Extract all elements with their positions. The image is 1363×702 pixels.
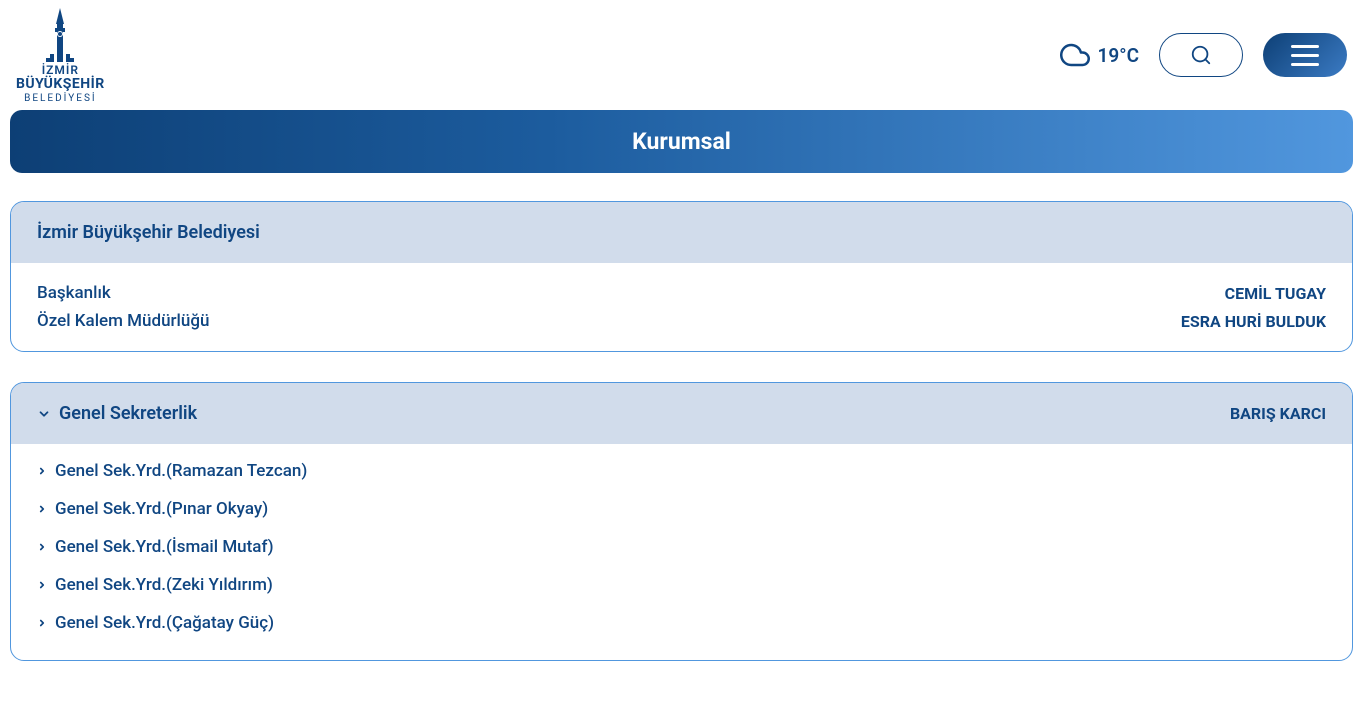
search-icon (1190, 44, 1212, 66)
secretariat-sub-list: Genel Sek.Yrd.(Ramazan Tezcan) Genel Sek… (11, 444, 1352, 660)
sub-item-label: Genel Sek.Yrd.(Ramazan Tezcan) (55, 461, 307, 481)
secretariat-title: Genel Sekreterlik (59, 403, 197, 424)
municipality-card: İzmir Büyükşehir Belediyesi Başkanlık CE… (10, 201, 1353, 352)
site-logo[interactable]: İZMİR BÜYÜKŞEHİR BELEDİYESİ (16, 6, 105, 104)
sub-item-label: Genel Sek.Yrd.(Zeki Yıldırım) (55, 575, 273, 595)
secretariat-card-header[interactable]: Genel Sekreterlik BARIŞ KARCI (11, 383, 1352, 444)
weather-icon (1060, 40, 1090, 70)
municipality-title: İzmir Büyükşehir Belediyesi (37, 222, 260, 243)
chevron-right-icon (37, 542, 47, 552)
chevron-right-icon (37, 618, 47, 628)
info-row: Başkanlık CEMİL TUGAY (37, 279, 1326, 307)
hamburger-icon (1291, 45, 1319, 66)
weather-temperature: 19°C (1098, 44, 1139, 67)
chevron-down-icon (37, 407, 51, 421)
site-header: İZMİR BÜYÜKŞEHİR BELEDİYESİ 19°C (0, 0, 1363, 110)
chevron-right-icon (37, 504, 47, 514)
municipality-card-body: Başkanlık CEMİL TUGAY Özel Kalem Müdürlü… (11, 263, 1352, 351)
logo-text: İZMİR BÜYÜKŞEHİR BELEDİYESİ (16, 64, 105, 104)
info-value: ESRA HURİ BULDUK (1181, 312, 1326, 331)
menu-button[interactable] (1263, 33, 1347, 77)
secretariat-sub-item[interactable]: Genel Sek.Yrd.(İsmail Mutaf) (37, 528, 1326, 566)
secretariat-head: BARIŞ KARCI (1230, 404, 1326, 423)
clock-tower-icon (42, 6, 78, 62)
secretariat-card: Genel Sekreterlik BARIŞ KARCI Genel Sek.… (10, 382, 1353, 661)
page-title: Kurumsal (30, 128, 1333, 155)
chevron-right-icon (37, 580, 47, 590)
search-button[interactable] (1159, 33, 1243, 77)
secretariat-sub-item[interactable]: Genel Sek.Yrd.(Ramazan Tezcan) (37, 452, 1326, 490)
sub-item-label: Genel Sek.Yrd.(Çağatay Güç) (55, 613, 274, 633)
info-value: CEMİL TUGAY (1225, 284, 1326, 303)
info-label[interactable]: Başkanlık (37, 283, 111, 303)
info-label[interactable]: Özel Kalem Müdürlüğü (37, 311, 209, 331)
logo-line-2: BÜYÜKŞEHİR (16, 77, 105, 92)
sub-item-label: Genel Sek.Yrd.(Pınar Okyay) (55, 499, 268, 519)
municipality-card-header: İzmir Büyükşehir Belediyesi (11, 202, 1352, 263)
logo-line-3: BELEDİYESİ (16, 93, 105, 104)
page-title-bar: Kurumsal (10, 110, 1353, 173)
secretariat-sub-item[interactable]: Genel Sek.Yrd.(Pınar Okyay) (37, 490, 1326, 528)
weather-widget[interactable]: 19°C (1060, 40, 1139, 70)
secretariat-sub-item[interactable]: Genel Sek.Yrd.(Çağatay Güç) (37, 604, 1326, 642)
chevron-right-icon (37, 466, 47, 476)
header-actions: 19°C (1060, 33, 1347, 77)
sub-item-label: Genel Sek.Yrd.(İsmail Mutaf) (55, 537, 274, 557)
info-row: Özel Kalem Müdürlüğü ESRA HURİ BULDUK (37, 307, 1326, 335)
main-content: Kurumsal İzmir Büyükşehir Belediyesi Baş… (0, 110, 1363, 661)
secretariat-sub-item[interactable]: Genel Sek.Yrd.(Zeki Yıldırım) (37, 566, 1326, 604)
